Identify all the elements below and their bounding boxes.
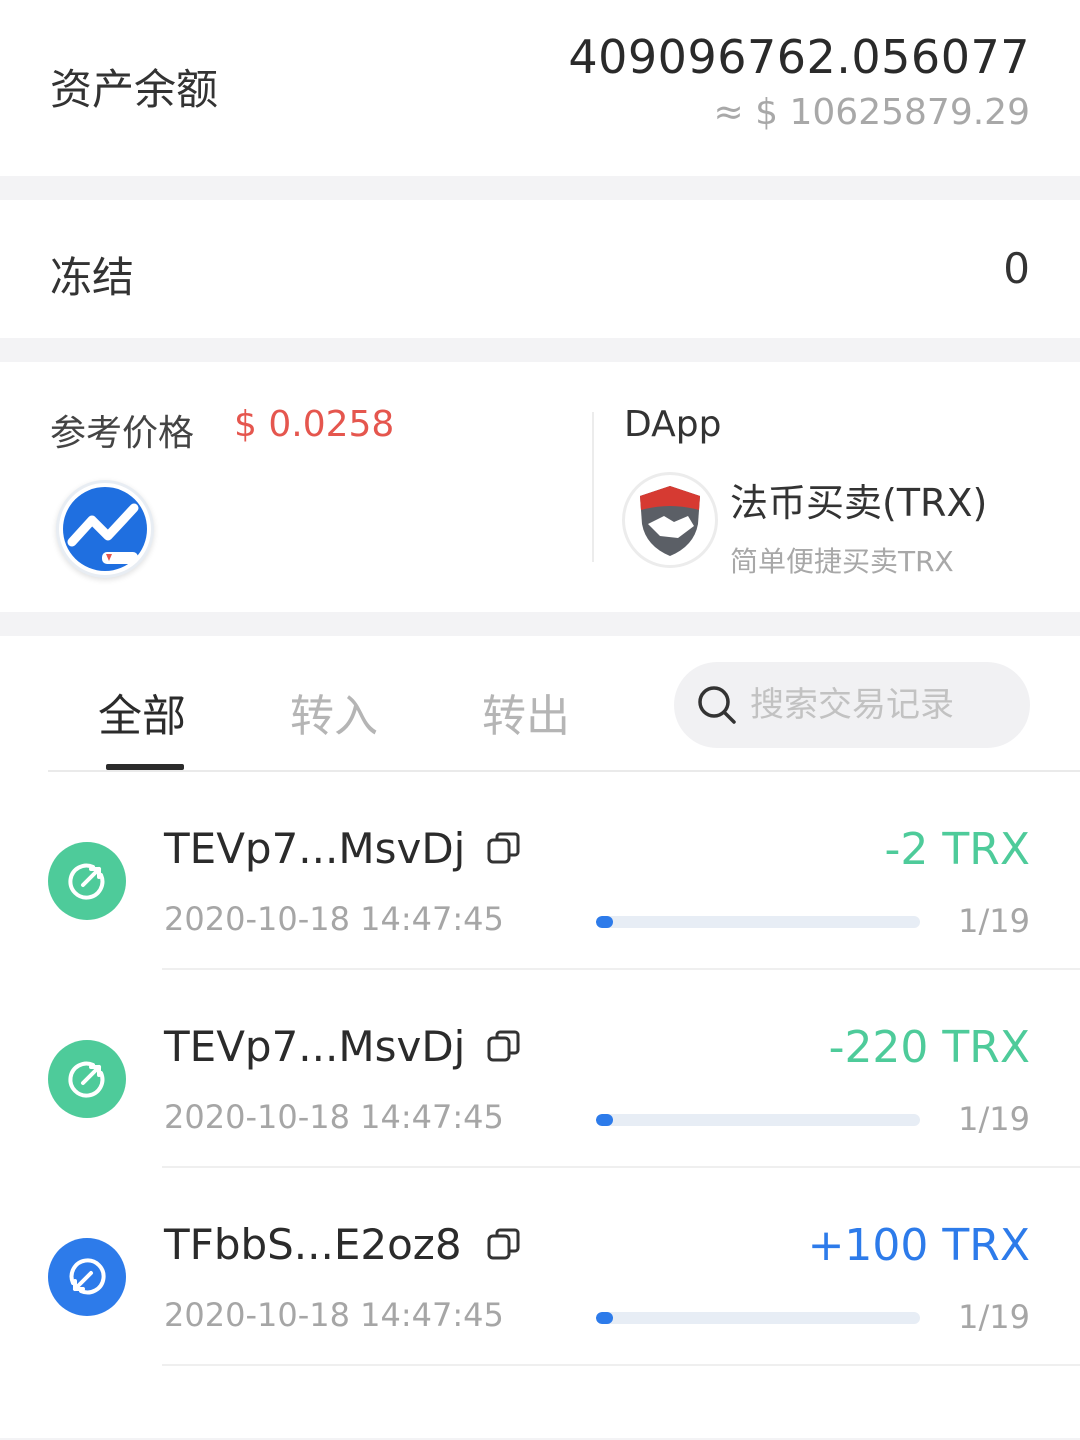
- copy-icon[interactable]: [486, 1226, 522, 1262]
- section-divider: [592, 412, 594, 562]
- confirmation-progress-fill: [596, 1114, 614, 1126]
- search-icon: [698, 686, 736, 724]
- balance-card: 资产余额 409096762.056077 ≈ $ 10625879.29: [0, 0, 1080, 176]
- transaction-time: 2020-10-18 14:47:45: [164, 1098, 504, 1136]
- transaction-address: TEVp7...MsvDj: [164, 824, 466, 873]
- confirmation-progress-fill: [596, 1312, 614, 1324]
- send-out-icon: [48, 1040, 126, 1118]
- frozen-label: 冻结: [50, 253, 135, 302]
- copy-icon[interactable]: [486, 1028, 522, 1064]
- confirmation-progress-bar: [596, 916, 920, 928]
- handshake-shield-icon[interactable]: [622, 472, 718, 568]
- receive-in-icon: [48, 1238, 126, 1316]
- price-dapp-card: 参考价格 $ 0.0258 DApp 法币买卖(TRX) 简单便捷买卖TRX: [0, 362, 1080, 612]
- tab-all[interactable]: 全部: [98, 680, 186, 744]
- transactions-card: 全部 转入 转出 TEVp7...MsvDj: [0, 636, 1080, 1438]
- confirmation-progress-bar: [596, 1312, 920, 1324]
- transaction-address: TEVp7...MsvDj: [164, 1022, 466, 1071]
- transaction-amount: -220 TRX: [828, 1022, 1030, 1073]
- dapp-description: 简单便捷买卖TRX: [730, 545, 954, 578]
- transaction-time: 2020-10-18 14:47:45: [164, 1296, 504, 1334]
- confirmation-count: 1/19: [958, 902, 1030, 940]
- transaction-tabs: 全部 转入 转出: [0, 636, 1080, 772]
- reference-price-label: 参考价格: [50, 413, 195, 454]
- dapp-name[interactable]: 法币买卖(TRX): [730, 472, 987, 527]
- transaction-time: 2020-10-18 14:47:45: [164, 900, 504, 938]
- search-input[interactable]: [750, 685, 1020, 725]
- tab-incoming[interactable]: 转入: [290, 680, 378, 744]
- transaction-address: TFbbS...E2oz8: [164, 1220, 462, 1269]
- row-divider: [162, 1364, 1080, 1366]
- transaction-amount: +100 TRX: [807, 1220, 1030, 1271]
- transaction-row[interactable]: TEVp7...MsvDj 2020-10-18 14:47:45 -2 TRX…: [0, 772, 1080, 970]
- copy-icon[interactable]: [486, 830, 522, 866]
- confirmation-progress-bar: [596, 1114, 920, 1126]
- transaction-row[interactable]: TFbbS...E2oz8 2020-10-18 14:47:45 +100 T…: [0, 1168, 1080, 1366]
- frozen-value: 0: [1003, 244, 1030, 293]
- transaction-row[interactable]: TEVp7...MsvDj 2020-10-18 14:47:45 -220 T…: [0, 970, 1080, 1168]
- chart-trend-icon[interactable]: [56, 480, 154, 578]
- reference-price-value: $ 0.0258: [234, 404, 395, 445]
- balance-fiat-value: ≈ $ 10625879.29: [713, 92, 1030, 133]
- frozen-card: 冻结 0: [0, 200, 1080, 338]
- balance-label: 资产余额: [50, 65, 219, 114]
- transaction-amount: -2 TRX: [884, 824, 1030, 875]
- send-out-icon: [48, 842, 126, 920]
- balance-amount: 409096762.056077: [568, 30, 1030, 84]
- confirmation-count: 1/19: [958, 1100, 1030, 1138]
- tab-outgoing[interactable]: 转出: [482, 680, 570, 744]
- confirmation-progress-fill: [596, 916, 614, 928]
- search-box[interactable]: [674, 662, 1030, 748]
- confirmation-count: 1/19: [958, 1298, 1030, 1336]
- dapp-title: DApp: [624, 404, 722, 445]
